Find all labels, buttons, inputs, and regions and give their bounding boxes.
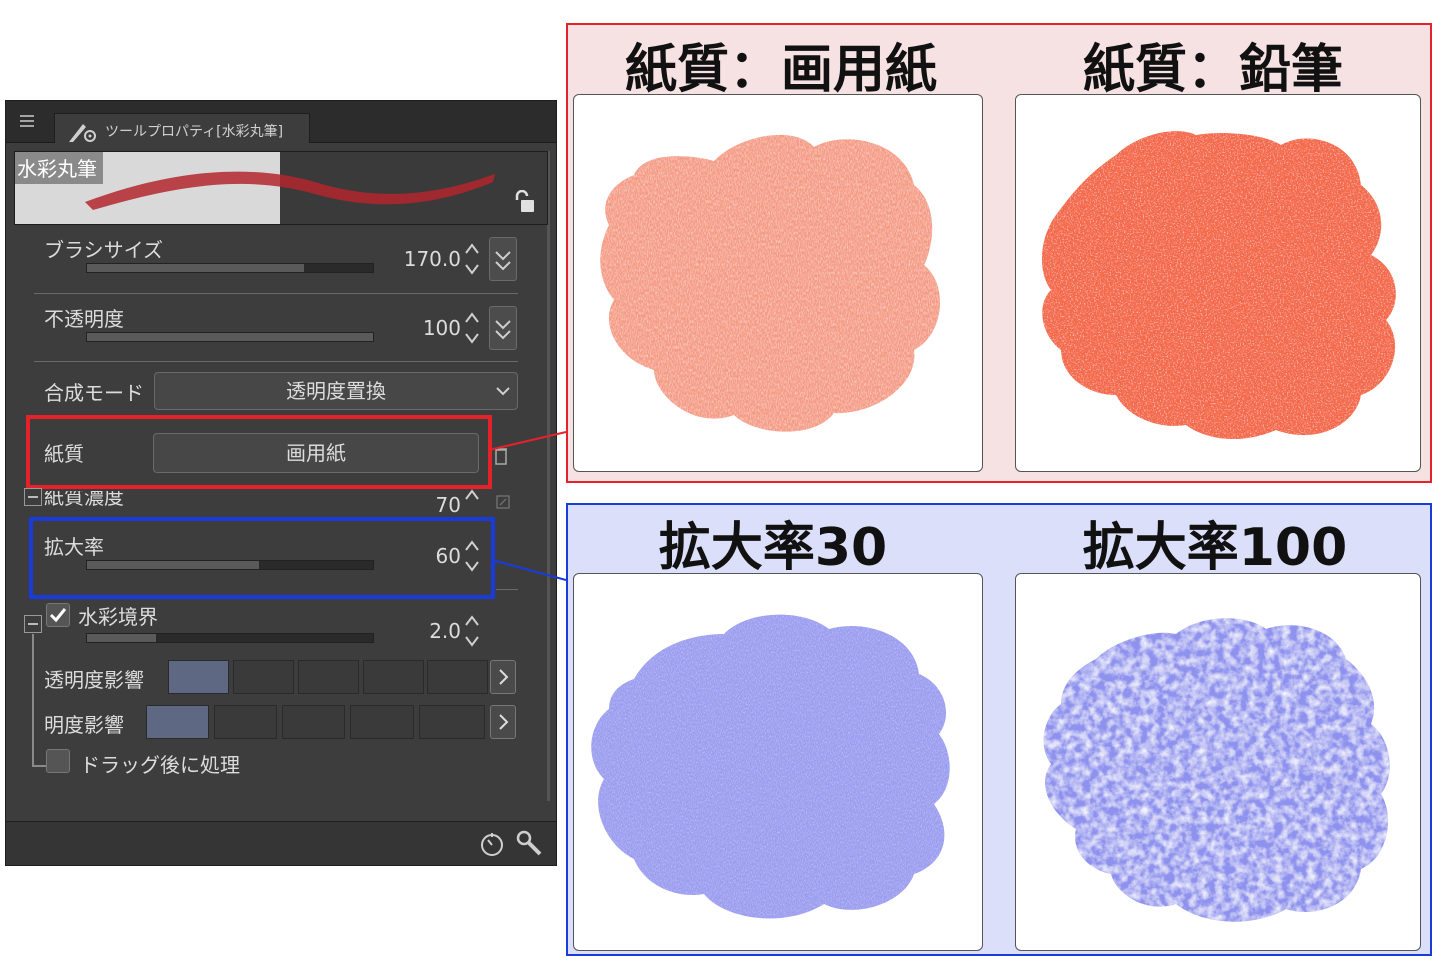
scale-left-title: 拡大率30 xyxy=(658,518,888,578)
scale-right-title: 拡大率100 xyxy=(1082,518,1348,578)
paper-texture-comparison: 紙質：画用紙 紙質：鉛筆 xyxy=(566,23,1432,483)
paper-drawing-sample xyxy=(573,94,983,472)
scale-ratio-comparison: 拡大率30 拡大率100 xyxy=(566,503,1432,956)
pencil-sample xyxy=(1015,94,1421,472)
scale-100-sample xyxy=(1015,573,1421,951)
scale-30-sample xyxy=(573,573,983,951)
paper-left-title: 紙質：画用紙 xyxy=(624,40,937,100)
paper-right-title: 紙質：鉛筆 xyxy=(1082,40,1343,100)
